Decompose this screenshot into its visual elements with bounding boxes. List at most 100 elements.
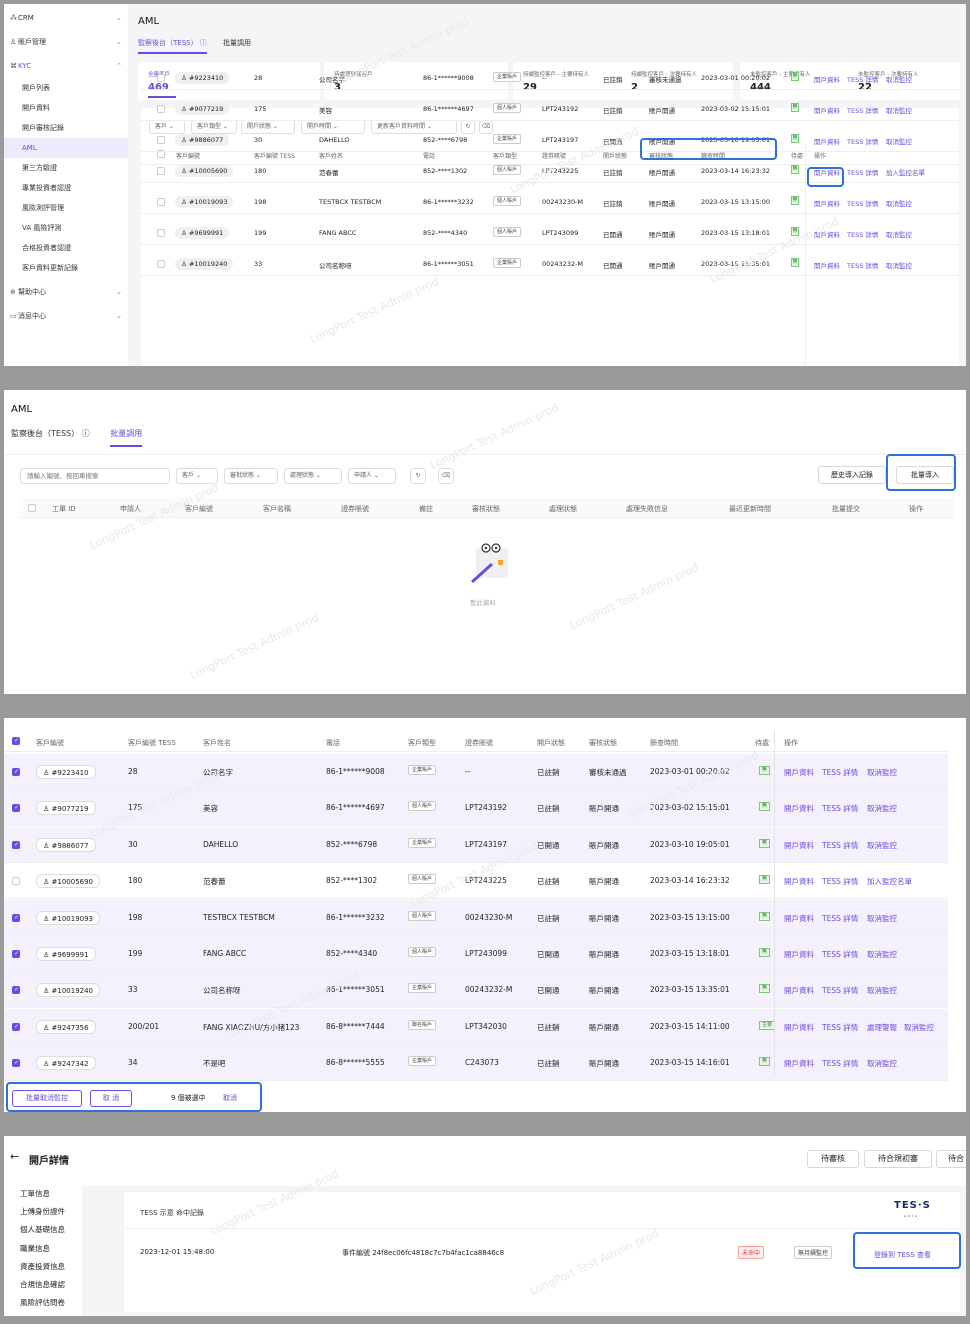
tess-detail-link[interactable]: TESS 詳情 [847, 198, 878, 208]
tess-detail-link[interactable]: TESS 詳情 [847, 229, 878, 239]
monitor-action-link[interactable]: 取消監控 [886, 260, 912, 270]
cancel-monitor-link[interactable]: 取消監控 [904, 1022, 934, 1033]
monitor-action-link[interactable]: 取消監控 [886, 136, 912, 146]
open-info-link[interactable]: 開戶資料 [814, 74, 840, 84]
refresh-icon[interactable]: ↻ [461, 120, 475, 134]
customer-id-pill[interactable]: ♙ #9223410 [175, 72, 230, 84]
monitor-action-link[interactable]: 取消監控 [867, 985, 897, 996]
search-input[interactable] [20, 468, 170, 484]
row-checkbox[interactable] [157, 167, 165, 175]
open-info-link[interactable]: 開戶資料 [784, 949, 814, 960]
monitor-action-link[interactable]: 取消監控 [886, 74, 912, 84]
open-info-link[interactable]: 開戶資料 [814, 198, 840, 208]
sidebar-item[interactable]: 風險測評管理 [4, 198, 128, 218]
monitor-action-link[interactable]: 取消監控 [867, 767, 897, 778]
customer-id-pill[interactable]: ♙ #9886077 [175, 134, 230, 146]
status-tab[interactable]: 待合規初審 [864, 1150, 932, 1168]
row-checkbox[interactable] [12, 804, 20, 812]
filter-dropdown[interactable]: 開戶時間 ⌄ [301, 120, 365, 134]
filter-dropdown[interactable]: 客戶 ⌄ [149, 120, 185, 134]
sidebar-item[interactable]: ⁂CRM ⌄ [4, 8, 128, 28]
monitor-action-link[interactable]: 取消監控 [867, 803, 897, 814]
monitor-action-link[interactable]: 取消監控 [867, 949, 897, 960]
sidebar-item[interactable]: 專業投資者認證 [4, 178, 128, 198]
row-checkbox[interactable] [157, 105, 165, 113]
customer-id-pill[interactable]: ♙ #9247356 [36, 1020, 96, 1034]
filter-dropdown[interactable]: 申請人 ⌄ [348, 468, 396, 484]
tess-detail-link[interactable]: TESS 詳情 [847, 260, 878, 270]
tess-detail-link[interactable]: TESS 詳情 [822, 803, 858, 814]
customer-id-pill[interactable]: ♙ #9886077 [36, 838, 96, 852]
tab-batch[interactable]: 批量調用 [223, 38, 251, 48]
tess-detail-link[interactable]: TESS 詳情 [822, 1058, 858, 1069]
side-nav-item[interactable]: 資產投資信息 [20, 1261, 65, 1272]
sidebar-item[interactable]: 開戶列表 [4, 78, 128, 98]
side-nav-item[interactable]: 合規信息確認 [20, 1279, 65, 1290]
monitor-action-link[interactable]: 處理警報 [867, 1022, 897, 1033]
tess-detail-link[interactable]: TESS 詳情 [822, 767, 858, 778]
side-nav-item[interactable]: 上傳身份證件 [20, 1206, 65, 1217]
customer-id-pill[interactable]: ♙ #9699991 [175, 227, 230, 239]
customer-id-pill[interactable]: ♙ #10005690 [36, 874, 101, 888]
delete-icon[interactable]: ⌫ [438, 468, 454, 484]
tess-login-link[interactable]: 登錄到 TESS 查看 [874, 1250, 931, 1260]
monitor-action-link[interactable]: 加入監控名單 [886, 167, 925, 177]
customer-id-pill[interactable]: ♙ #9077219 [36, 801, 96, 815]
filter-dropdown[interactable]: 客戶類型 ⌄ [191, 120, 237, 134]
open-info-link[interactable]: 開戶資料 [814, 105, 840, 115]
open-info-link[interactable]: 開戶資料 [784, 1058, 814, 1069]
sidebar-item[interactable]: ⌘KYC ⌃ [4, 56, 128, 76]
row-checkbox[interactable] [12, 877, 20, 885]
monitor-action-link[interactable]: 取消監控 [867, 913, 897, 924]
tess-detail-link[interactable]: TESS 詳情 [847, 167, 878, 177]
status-tab[interactable]: 待合 [936, 1150, 966, 1168]
filter-dropdown[interactable]: 審批狀態 ⌄ [224, 468, 278, 484]
history-import-button[interactable]: 歷史導入記錄 [818, 466, 886, 484]
side-nav-item[interactable]: 工單信息 [20, 1188, 50, 1199]
customer-id-pill[interactable]: ♙ #9699991 [36, 947, 96, 961]
customer-id-pill[interactable]: ♙ #10019093 [36, 911, 101, 925]
filter-dropdown[interactable]: 客戶 ⌄ [176, 468, 218, 484]
row-checkbox[interactable] [157, 229, 165, 237]
filter-dropdown[interactable]: 處理狀態 ⌄ [284, 468, 342, 484]
customer-id-pill[interactable]: ♙ #9223410 [36, 765, 96, 779]
customer-id-pill[interactable]: ♙ #9077219 [175, 103, 230, 115]
tab-batch[interactable]: 批量調用 [110, 428, 143, 447]
sidebar-item[interactable]: 客戶資料更新記錄 [4, 258, 128, 278]
side-nav-item[interactable]: 風險評估問卷 [20, 1297, 65, 1308]
open-info-link[interactable]: 開戶資料 [784, 913, 814, 924]
open-info-link[interactable]: 開戶資料 [784, 1022, 814, 1033]
sidebar-item[interactable]: 開戶資料 [4, 98, 128, 118]
tab-tess[interactable]: 監察後台（TESS） ⓘ [11, 429, 90, 438]
cancel-button[interactable]: 取 消 [90, 1090, 132, 1107]
bulk-cancel-monitor-button[interactable]: 批量取消監控 [12, 1090, 82, 1107]
row-checkbox[interactable] [157, 74, 165, 82]
open-info-link[interactable]: 開戶資料 [814, 229, 840, 239]
open-info-link[interactable]: 開戶資料 [784, 985, 814, 996]
tab-tess[interactable]: 監察後台（TESS） ⓘ [138, 38, 207, 54]
sidebar-item[interactable]: VA 風險評測 [4, 218, 128, 238]
tess-detail-link[interactable]: TESS 詳情 [847, 136, 878, 146]
row-checkbox[interactable] [12, 914, 20, 922]
row-checkbox[interactable] [12, 950, 20, 958]
monitor-action-link[interactable]: 取消監控 [886, 105, 912, 115]
row-checkbox[interactable] [12, 986, 20, 994]
status-tab[interactable]: 待審核 [807, 1150, 859, 1168]
filter-dropdown[interactable]: 更新客戶資料時間 ⌄ [371, 120, 457, 134]
side-nav-item[interactable]: 個人基礎信息 [20, 1224, 65, 1235]
delete-icon[interactable]: ⌫ [479, 120, 493, 134]
customer-id-pill[interactable]: ♙ #9247342 [36, 1056, 96, 1070]
filter-dropdown[interactable]: 開戶狀態 ⌄ [241, 120, 295, 134]
open-info-link[interactable]: 開戶資料 [784, 876, 814, 887]
customer-id-pill[interactable]: ♙ #10019240 [36, 983, 101, 997]
open-info-link[interactable]: 開戶資料 [784, 767, 814, 778]
row-checkbox[interactable] [12, 1023, 20, 1031]
open-info-link[interactable]: 開戶資料 [814, 260, 840, 270]
tess-detail-link[interactable]: TESS 詳情 [822, 985, 858, 996]
tess-detail-link[interactable]: TESS 詳情 [847, 74, 878, 84]
tess-detail-link[interactable]: TESS 詳情 [822, 876, 858, 887]
select-all-checkbox[interactable] [28, 504, 36, 512]
tess-detail-link[interactable]: TESS 詳情 [822, 913, 858, 924]
clear-selection-link[interactable]: 取消 [223, 1093, 237, 1103]
tess-detail-link[interactable]: TESS 詳情 [822, 840, 858, 851]
